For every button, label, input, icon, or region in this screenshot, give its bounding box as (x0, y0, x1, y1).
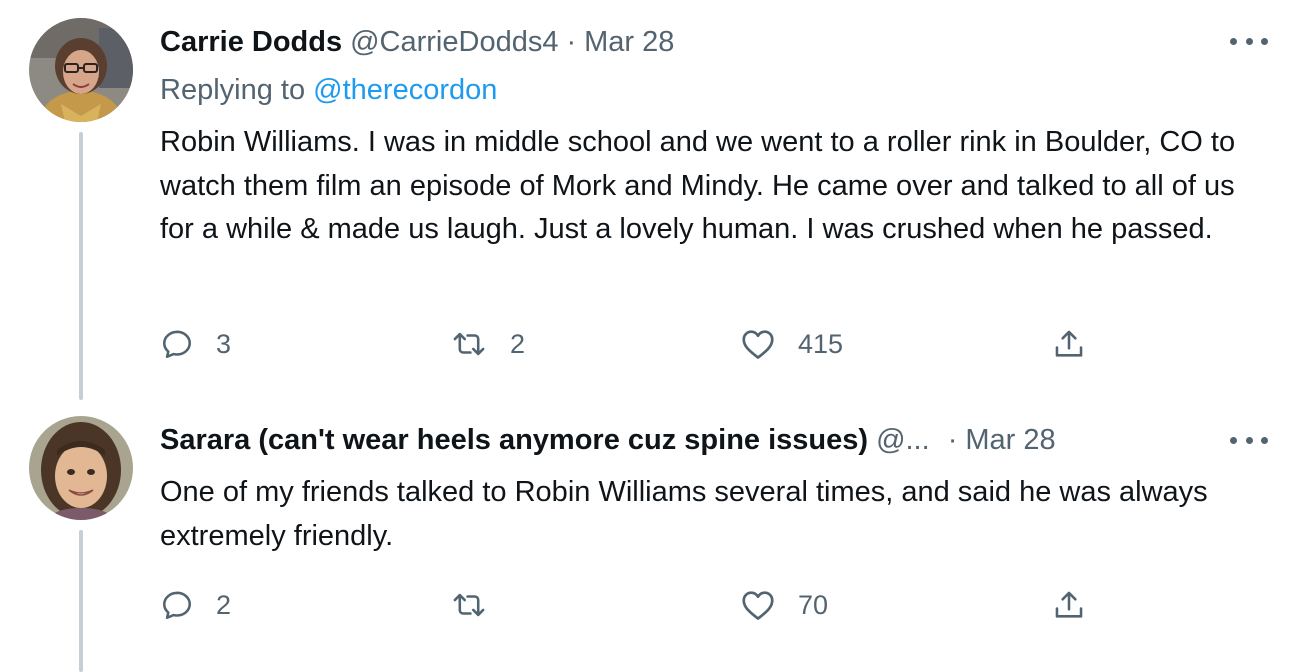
heart-icon (742, 330, 774, 359)
tweet-text: Robin Williams. I was in middle school a… (160, 126, 1236, 245)
user-handle[interactable]: @CarrieDodds4 (350, 26, 558, 59)
replying-to-mention[interactable]: @therecordon (313, 74, 497, 106)
reply-button[interactable]: 3 (160, 322, 231, 366)
retweet-button[interactable]: 2 (450, 322, 525, 366)
tweet-text: One of my friends talked to Robin Willia… (160, 476, 1208, 552)
more-dot (1230, 436, 1237, 444)
more-dot (1261, 37, 1268, 45)
like-count: 415 (798, 328, 844, 359)
more-dot (1230, 37, 1237, 45)
like-button[interactable]: 415 (740, 322, 843, 366)
tweet-date[interactable]: Mar 28 (584, 26, 674, 59)
tweet[interactable]: Carrie Dodds @CarrieDodds4 · Mar 28 Repl… (0, 0, 1300, 400)
like-button[interactable]: 70 (740, 583, 828, 627)
retweet-count: 2 (510, 328, 526, 359)
reply-count: 2 (216, 589, 232, 620)
heart-icon (742, 591, 774, 620)
tweet-date[interactable]: Mar 28 (965, 424, 1055, 457)
more-icon[interactable] (1230, 26, 1268, 56)
separator-dot: · (566, 25, 577, 58)
thread-line (79, 530, 83, 672)
reply-count: 3 (216, 328, 232, 359)
thread-line (79, 132, 83, 400)
reply-icon (162, 591, 192, 620)
share-button[interactable] (1052, 322, 1086, 366)
more-dot (1245, 37, 1253, 45)
display-name[interactable]: Sarara (can't wear heels anymore cuz spi… (160, 424, 868, 457)
tweet-actions: 2 70 (160, 583, 1100, 627)
share-button[interactable] (1052, 583, 1086, 627)
display-name[interactable]: Carrie Dodds (160, 26, 342, 59)
user-handle[interactable]: @... (876, 424, 930, 457)
avatar[interactable] (29, 416, 133, 520)
tweet-actions: 3 2 415 (160, 322, 1100, 366)
avatar-image (29, 416, 133, 520)
more-dot (1245, 436, 1253, 444)
retweet-icon (453, 332, 485, 356)
like-count: 70 (798, 589, 829, 620)
avatar[interactable] (29, 18, 133, 122)
share-icon (1055, 330, 1083, 357)
retweet-button[interactable] (450, 583, 510, 627)
share-icon (1055, 591, 1083, 618)
replying-to: Replying to @therecordon (160, 74, 497, 107)
replying-to-label: Replying to (160, 74, 314, 106)
retweet-icon (453, 593, 485, 617)
avatar-image (29, 18, 133, 122)
tweet-header: Sarara (can't wear heels anymore cuz spi… (160, 418, 1230, 462)
separator-dot: · (947, 423, 958, 456)
more-icon[interactable] (1230, 425, 1268, 455)
reply-button[interactable]: 2 (160, 583, 231, 627)
more-dot (1261, 436, 1268, 444)
tweet[interactable]: Sarara (can't wear heels anymore cuz spi… (0, 400, 1300, 672)
tweet-header: Carrie Dodds @CarrieDodds4 · Mar 28 (160, 20, 1230, 64)
reply-icon (162, 330, 192, 359)
